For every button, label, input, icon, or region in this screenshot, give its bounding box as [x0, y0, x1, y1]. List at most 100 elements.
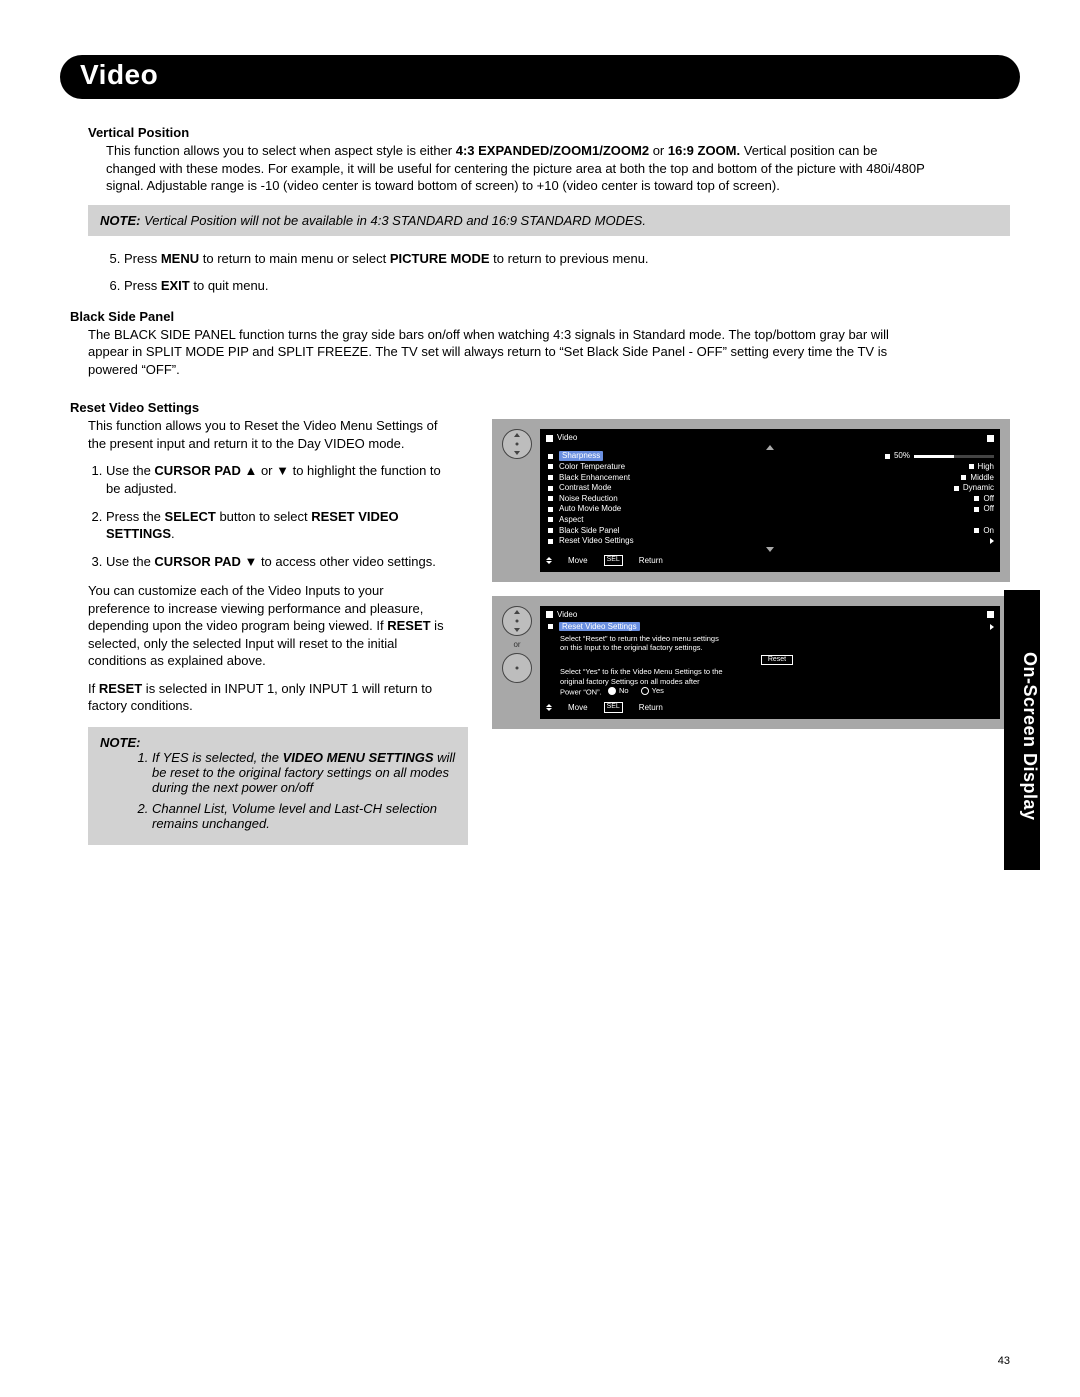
- content-body: Vertical Position This function allows y…: [60, 99, 1020, 857]
- arrow-right-icon: [990, 538, 994, 544]
- osd1-row-label: Black Side Panel: [559, 526, 619, 536]
- osd1-row: Reset Video Settings: [548, 536, 994, 547]
- slider-bar: [914, 455, 994, 458]
- note-text: Vertical Position will not be available …: [140, 213, 646, 228]
- osd1-footer: Move SEL Return: [546, 555, 994, 565]
- footer-move: Move: [568, 556, 588, 566]
- dpad-icon: [502, 429, 532, 459]
- two-column-layout: This function allows you to Reset the Vi…: [88, 415, 1010, 857]
- osd1-row-label: Reset Video Settings: [559, 536, 634, 546]
- val-bullet-icon: [974, 507, 979, 512]
- osd1-row-value: Off: [983, 494, 994, 504]
- radio-no: No: [608, 686, 629, 695]
- osd2-title: Video: [557, 610, 577, 620]
- sel-icon: SEL: [604, 702, 623, 712]
- updown-icon: [546, 704, 552, 711]
- vp-bold2: 16:9 ZOOM.: [668, 143, 740, 158]
- vp-text: or: [649, 143, 668, 158]
- right-column: Video Sharpness50%Color Temperature High B…: [492, 415, 1010, 742]
- rv-para2: You can customize each of the Video Inpu…: [88, 582, 448, 670]
- note-box-2: NOTE: If YES is selected, the VIDEO MENU…: [88, 727, 468, 845]
- osd1-row-value: Dynamic: [963, 483, 994, 493]
- osd-screenshot-2: or Video Reset Video Settings: [492, 596, 1010, 729]
- row-bullet-icon: [548, 454, 553, 459]
- dpad-icon-group: or: [502, 606, 532, 683]
- black-side-panel-body: The BLACK SIDE PANEL function turns the …: [88, 326, 908, 379]
- osd1-row: Color Temperature High: [548, 462, 994, 473]
- radio-yes: Yes: [641, 686, 664, 695]
- row-bullet-icon: [548, 624, 553, 629]
- osd1-title: Video: [557, 433, 577, 443]
- black-side-panel-heading: Black Side Panel: [70, 309, 1010, 324]
- menu-icon: [546, 435, 553, 442]
- row-bullet-icon: [548, 496, 553, 501]
- row-bullet-icon: [548, 539, 553, 544]
- val-bullet-icon: [974, 528, 979, 533]
- rv-step-2: Press the SELECT button to select RESET …: [106, 508, 446, 543]
- osd1-row: Noise Reduction Off: [548, 493, 994, 504]
- page-title: Video: [80, 59, 158, 90]
- menu-icon: [546, 611, 553, 618]
- osd2-row: Reset Video Settings: [548, 621, 994, 632]
- row-bullet-icon: [548, 517, 553, 522]
- step-6: Press EXIT to quit menu.: [124, 277, 924, 295]
- row-bullet-icon: [548, 486, 553, 491]
- steps-5-6: Press MENU to return to main menu or sel…: [106, 250, 1010, 295]
- osd1-row: Black Side Panel On: [548, 525, 994, 536]
- page-title-bar: Video: [60, 55, 1020, 99]
- val-bullet-icon: [885, 454, 890, 459]
- osd1-row-label: Contrast Mode: [559, 483, 611, 493]
- osd1-row-value: Middle: [970, 473, 994, 483]
- osd1-row-value: High: [978, 462, 994, 472]
- page-number: 43: [998, 1355, 1010, 1367]
- val-bullet-icon: [974, 496, 979, 501]
- row-bullet-icon: [548, 464, 553, 469]
- note-label: NOTE:: [100, 213, 140, 228]
- row-bullet-icon: [548, 507, 553, 512]
- osd1-row: Auto Movie ModeOff: [548, 504, 994, 515]
- osd1-row-label: Black Enhancement: [559, 473, 630, 483]
- scroll-down-icon: [766, 547, 774, 552]
- osd1-row: Contrast Mode Dynamic: [548, 483, 994, 494]
- left-column: This function allows you to Reset the Vi…: [88, 415, 468, 857]
- note2-item1: If YES is selected, the VIDEO MENU SETTI…: [152, 750, 456, 795]
- rv-para3: If RESET is selected in INPUT 1, only IN…: [88, 680, 448, 715]
- val-bullet-icon: [969, 464, 974, 469]
- radio-icon: [641, 687, 649, 695]
- reset-video-heading: Reset Video Settings: [70, 400, 1010, 415]
- reset-video-steps: Use the CURSOR PAD ▲ or ▼ to highlight t…: [88, 462, 468, 570]
- osd1-row-label: Color Temperature: [559, 462, 625, 472]
- val-bullet-icon: [954, 486, 959, 491]
- note-box-1: NOTE: Vertical Position will not be avai…: [88, 205, 1010, 236]
- osd-screenshot-1: Video Sharpness50%Color Temperature High B…: [492, 419, 1010, 581]
- footer-return: Return: [639, 703, 663, 713]
- step-5: Press MENU to return to main menu or sel…: [124, 250, 924, 268]
- updown-icon: [546, 557, 552, 564]
- sel-icon: SEL: [604, 555, 623, 565]
- osd2-text: Select “Reset” to return the video menu …: [546, 632, 994, 699]
- dpad-icon: [502, 606, 532, 636]
- reset-video-intro: This function allows you to Reset the Vi…: [88, 417, 448, 452]
- osd1-row: Sharpness50%: [548, 451, 994, 462]
- vertical-position-body: This function allows you to select when …: [106, 142, 926, 195]
- dpad-icon: [502, 653, 532, 683]
- osd1-row-label: Sharpness: [559, 451, 603, 461]
- manual-page: Video Vertical Position This function al…: [0, 0, 1080, 1397]
- osd1-row-value: On: [983, 526, 994, 536]
- osd1-row: Aspect: [548, 515, 994, 526]
- or-label: or: [513, 640, 520, 649]
- note2-item2: Channel List, Volume level and Last-CH s…: [152, 801, 456, 831]
- rv-step-3: Use the CURSOR PAD ▼ to access other vid…: [106, 553, 446, 571]
- note2-label: NOTE:: [100, 735, 140, 750]
- vertical-position-heading: Vertical Position: [88, 125, 1010, 140]
- footer-move: Move: [568, 703, 588, 713]
- rv-step-1: Use the CURSOR PAD ▲ or ▼ to highlight t…: [106, 462, 446, 497]
- osd1-row-label: Noise Reduction: [559, 494, 618, 504]
- arrow-right-icon: [990, 624, 994, 630]
- row-bullet-icon: [548, 475, 553, 480]
- val-bullet-icon: [961, 475, 966, 480]
- vp-bold1: 4:3 EXPANDED/ZOOM1/ZOOM2: [456, 143, 649, 158]
- osd-reset-button: Reset: [761, 655, 793, 666]
- osd1-row-value: Off: [983, 504, 994, 514]
- menu-icon: [987, 611, 994, 618]
